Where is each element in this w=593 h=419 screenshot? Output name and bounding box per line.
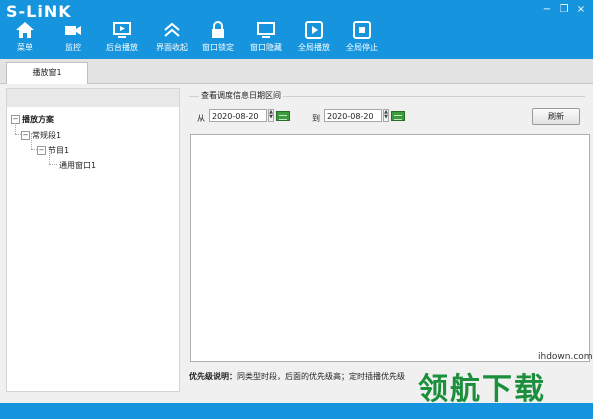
window-hide-button[interactable]: 窗口隐藏 (246, 20, 286, 56)
restore-button[interactable]: ❐ (557, 4, 571, 15)
window-hide-label: 窗口隐藏 (250, 43, 282, 52)
global-stop-button[interactable]: 全局停止 (342, 20, 382, 56)
tree-connector (49, 164, 57, 165)
refresh-button[interactable]: 刷新 (532, 108, 580, 125)
background-play-label: 后台播放 (106, 43, 138, 52)
minimize-button[interactable]: − (540, 4, 554, 15)
calendar-icon[interactable] (391, 111, 405, 121)
tree-node-label: 播放方案 (22, 115, 54, 124)
tree-header (7, 89, 179, 107)
collapse-up-icon (164, 22, 180, 37)
tree-node-label: 节目1 (48, 146, 70, 155)
tree-node-label: 常规段1 (32, 131, 62, 140)
from-label: 从 (197, 114, 205, 123)
schedule-list[interactable] (190, 134, 590, 362)
stop-icon (353, 21, 371, 39)
tree-node-label: 通用窗口1 (59, 161, 97, 170)
monitor-play-icon (113, 22, 131, 38)
tree-node-segment[interactable]: − 常规段1 (21, 130, 61, 141)
lock-icon (212, 21, 224, 38)
camera-icon (65, 26, 81, 35)
top-toolbar: S-LiNK − ❐ × 菜单 监控 后台播放 界面收起 窗口锁定 窗口隐藏 全… (0, 0, 593, 59)
collapse-toggle-icon[interactable]: − (21, 131, 30, 140)
to-date-spinner[interactable]: ▲ ▼ (383, 109, 389, 122)
priority-note-text: 同类型时段，后面的优先级高；定时插播优先级 (237, 372, 405, 381)
group-title: 查看调度信息日期区间 (199, 90, 283, 101)
close-button[interactable]: × (574, 4, 588, 15)
window-lock-button[interactable]: 窗口锁定 (198, 20, 238, 56)
watermark-brand: 领航下载 (418, 372, 546, 407)
monitor-camera-button[interactable]: 监控 (56, 20, 90, 56)
menu-button[interactable]: 菜单 (8, 20, 42, 56)
tree-node-program[interactable]: − 节目1 (37, 145, 69, 156)
collapse-toggle-icon[interactable]: − (37, 146, 46, 155)
window-lock-label: 窗口锁定 (202, 43, 234, 52)
global-stop-label: 全局停止 (346, 43, 378, 52)
from-date-picker[interactable]: 2020-08-20 (209, 109, 267, 122)
collapse-ui-button[interactable]: 界面收起 (152, 20, 192, 56)
from-date-spinner[interactable]: ▲ ▼ (268, 109, 274, 122)
schedule-query-panel: 查看调度信息日期区间 从 2020-08-20 ▲ ▼ 到 2020-08-20 … (185, 88, 590, 390)
collapse-ui-label: 界面收起 (156, 43, 188, 52)
global-play-label: 全局播放 (298, 43, 330, 52)
watermark-site: ihdown.com (538, 352, 593, 362)
tab-strip: 播放窗1 (0, 59, 593, 84)
background-play-button[interactable]: 后台播放 (102, 20, 142, 56)
calendar-icon[interactable] (276, 111, 290, 121)
tab-play-window-1[interactable]: 播放窗1 (6, 62, 88, 84)
monitor-label: 监控 (65, 43, 81, 52)
priority-note: 优先级说明：同类型时段，后面的优先级高；定时插播优先级 (189, 371, 405, 382)
global-play-button[interactable]: 全局播放 (294, 20, 334, 56)
app-logo: S-LiNK (6, 2, 72, 21)
priority-note-title: 优先级说明： (189, 372, 237, 381)
tree-node-plan[interactable]: − 播放方案 (11, 114, 54, 125)
home-icon (16, 22, 34, 38)
tree-node-window[interactable]: 通用窗口1 (59, 160, 96, 171)
menu-label: 菜单 (17, 43, 33, 52)
collapse-toggle-icon[interactable]: − (11, 115, 20, 124)
play-icon (305, 21, 323, 39)
schedule-tree-panel: − 播放方案 − 常规段1 − 节目1 通用窗口1 (6, 88, 180, 392)
monitor-icon (257, 22, 275, 38)
to-label: 到 (312, 114, 320, 123)
to-date-picker[interactable]: 2020-08-20 (324, 109, 382, 122)
